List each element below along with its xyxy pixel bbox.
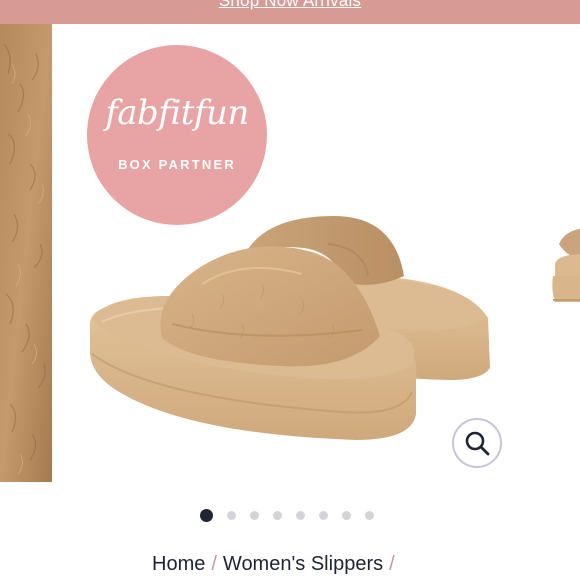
- magnifier-icon: [465, 431, 490, 456]
- carousel-dot[interactable]: [250, 510, 259, 520]
- next-slide-image[interactable]: [545, 204, 580, 314]
- carousel-dot[interactable]: [296, 510, 305, 520]
- zoom-button[interactable]: [452, 418, 502, 468]
- carousel-dot[interactable]: [342, 510, 351, 520]
- breadcrumb: Home / Women's Slippers /: [152, 553, 401, 576]
- promo-link[interactable]: Shop Now Arrivals: [0, 0, 580, 11]
- breadcrumb-womens-slippers[interactable]: Women's Slippers: [223, 553, 383, 575]
- fabfitfun-badge: fabfitfun BOX PARTNER: [87, 45, 267, 225]
- carousel-dot[interactable]: [319, 510, 328, 520]
- slipper-peek-image: [552, 228, 580, 302]
- product-image-carousel[interactable]: fabfitfun BOX PARTNER: [0, 24, 580, 484]
- product-page: Shop Now Arrivals fabfitfun BOX PARTNER …: [0, 0, 580, 580]
- promo-banner: Shop Now Arrivals: [0, 0, 580, 24]
- fur-texture-image: [0, 24, 52, 482]
- carousel-dots: [0, 508, 580, 522]
- carousel-dot[interactable]: [227, 510, 236, 520]
- breadcrumb-separator: /: [389, 553, 395, 575]
- carousel-dot[interactable]: [273, 510, 282, 520]
- badge-subtitle: BOX PARTNER: [118, 157, 236, 172]
- carousel-dot[interactable]: [200, 508, 213, 522]
- breadcrumb-separator: /: [211, 553, 217, 575]
- carousel-dot[interactable]: [365, 510, 374, 520]
- previous-slide-image[interactable]: [0, 24, 52, 482]
- badge-logo-text: fabfitfun: [105, 93, 249, 133]
- breadcrumb-home[interactable]: Home: [152, 553, 205, 575]
